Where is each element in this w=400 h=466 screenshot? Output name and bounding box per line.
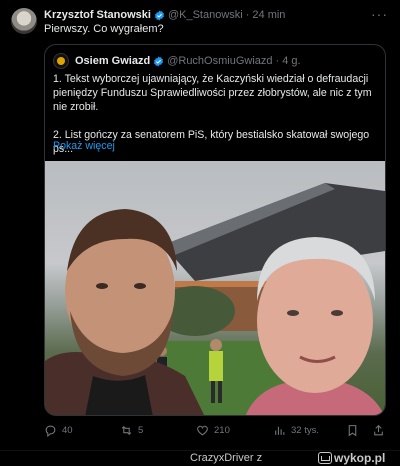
share-icon bbox=[374, 424, 383, 436]
tweet-text: Pierwszy. Co wygrałem? bbox=[44, 23, 164, 35]
separator-dot: · bbox=[275, 55, 280, 67]
like-button[interactable]: 210 bbox=[196, 424, 230, 437]
retweet-icon bbox=[121, 425, 132, 436]
retweet-button[interactable]: 5 bbox=[120, 424, 143, 437]
author-avatar[interactable] bbox=[11, 8, 37, 34]
bookmark-button[interactable] bbox=[346, 424, 359, 437]
separator-dot: · bbox=[245, 9, 250, 21]
author-handle[interactable]: @K_Stanowski bbox=[168, 9, 243, 21]
reply-count: 40 bbox=[62, 425, 73, 436]
quoted-tweet-text: 1. Tekst wyborczej ujawniający, że Kaczy… bbox=[53, 72, 379, 170]
quoted-tweet[interactable]: Osiem Gwiazd @RuchOsmiuGwiazd · 4 g. 1. … bbox=[44, 44, 386, 416]
share-button[interactable] bbox=[372, 424, 385, 437]
retweet-count: 5 bbox=[138, 425, 144, 436]
selfie-photo[interactable] bbox=[45, 161, 385, 415]
like-count: 210 bbox=[214, 425, 230, 436]
tweet-actions: 40 5 210 32 tys. bbox=[44, 424, 386, 440]
tweet-time[interactable]: 24 min bbox=[252, 9, 285, 21]
footer-username[interactable]: CrazyxDriver z bbox=[190, 452, 262, 464]
wykop-logo-icon bbox=[318, 452, 332, 464]
tweet-header: Krzysztof Stanowski @K_Stanowski · 24 mi… bbox=[44, 8, 285, 22]
photo-illustration bbox=[45, 183, 385, 415]
quoted-tweet-header: Osiem Gwiazd @RuchOsmiuGwiazd · 4 g. bbox=[53, 53, 301, 69]
author-name[interactable]: Krzysztof Stanowski bbox=[44, 9, 151, 21]
views-chart-icon bbox=[275, 426, 285, 435]
quoted-author-name: Osiem Gwiazd bbox=[75, 55, 151, 67]
wykop-site-name: wykop.pl bbox=[334, 451, 386, 465]
tweet[interactable]: Krzysztof Stanowski @K_Stanowski · 24 mi… bbox=[0, 0, 400, 450]
views-button[interactable]: 32 tys. bbox=[273, 424, 319, 437]
reply-button[interactable]: 40 bbox=[44, 424, 73, 437]
views-count: 32 tys. bbox=[291, 425, 319, 436]
wykop-logo[interactable]: wykop.pl bbox=[318, 451, 385, 465]
quoted-author-handle: @RuchOsmiuGwiazd bbox=[167, 55, 273, 67]
show-more-link[interactable]: Pokaż więcej bbox=[53, 140, 115, 152]
reply-icon bbox=[45, 425, 56, 437]
quoted-tweet-time: 4 g. bbox=[282, 55, 301, 67]
quoted-author-avatar bbox=[53, 53, 69, 69]
heart-icon bbox=[197, 425, 208, 436]
verified-badge-icon bbox=[154, 55, 164, 67]
wykop-footer: CrazyxDriver z wykop.pl bbox=[0, 450, 400, 466]
more-horizontal-icon[interactable]: ··· bbox=[371, 6, 388, 22]
quoted-paragraph-1: 1. Tekst wyborczej ujawniający, że Kaczy… bbox=[53, 73, 372, 113]
bookmark-icon bbox=[348, 425, 357, 437]
verified-badge-icon bbox=[154, 9, 165, 21]
